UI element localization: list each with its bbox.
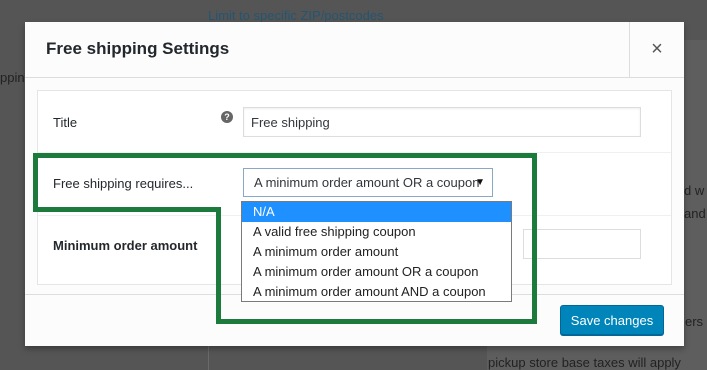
background-zip-link: Limit to specific ZIP/postcodes (208, 8, 384, 23)
close-icon: × (651, 38, 663, 60)
highlight-outline-lower (216, 207, 537, 324)
min-amount-label: Minimum order amount (53, 238, 198, 253)
close-button[interactable]: × (629, 22, 684, 78)
title-label: Title (53, 115, 78, 130)
highlight-outline-step (33, 207, 221, 212)
background-bottom-text-1: ers (685, 314, 704, 329)
modal-title: Free shipping Settings (46, 39, 230, 58)
title-row: Title ? (38, 91, 671, 153)
modal-header: Free shipping Settings × (25, 22, 684, 78)
background-right-text-1: d w (684, 183, 705, 198)
min-amount-input[interactable] (523, 229, 641, 259)
save-changes-button[interactable]: Save changes (560, 305, 664, 335)
help-icon[interactable]: ? (221, 111, 233, 123)
title-input[interactable] (243, 107, 641, 137)
highlight-outline-top (33, 153, 537, 212)
background-bottom-text-2: pickup store base taxes will apply (488, 355, 681, 370)
background-right-text-2: and (684, 206, 706, 221)
